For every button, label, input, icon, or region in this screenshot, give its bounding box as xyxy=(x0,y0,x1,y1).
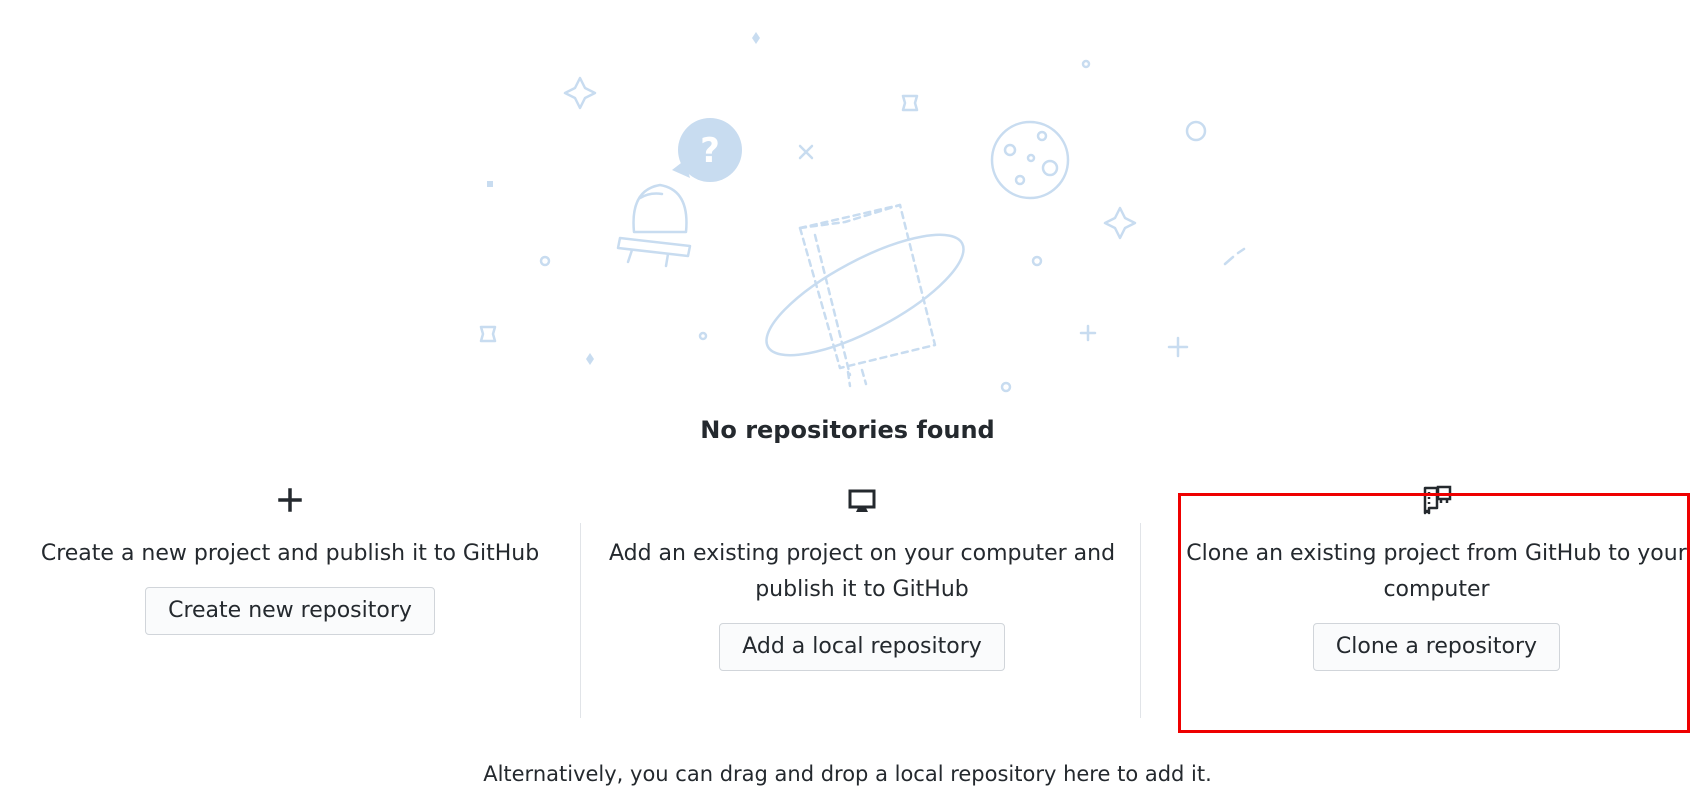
section-divider xyxy=(1140,523,1141,718)
plus-mark-icon xyxy=(1079,324,1097,342)
add-local-repository-section: Add an existing project on your computer… xyxy=(582,480,1142,710)
dot-icon xyxy=(586,353,594,365)
sparkle-icon xyxy=(1103,206,1137,240)
plus-mark-icon xyxy=(1167,336,1189,358)
circle-icon xyxy=(1031,255,1043,267)
create-new-repository-button[interactable]: Create new repository xyxy=(145,587,435,635)
dot-icon xyxy=(752,32,760,44)
lamp-icon xyxy=(616,183,692,268)
clone-repository-section: Clone an existing project from GitHub to… xyxy=(1178,480,1695,710)
circle-icon xyxy=(1000,381,1012,393)
circle-icon xyxy=(539,255,551,267)
plus-icon xyxy=(278,488,302,512)
book-planet-icon xyxy=(798,203,937,388)
svg-text:?: ? xyxy=(700,131,720,171)
x-mark-icon xyxy=(798,144,814,160)
dot-icon xyxy=(487,181,493,187)
clone-repository-description: Clone an existing project from GitHub to… xyxy=(1186,541,1687,602)
star-icon xyxy=(901,94,919,112)
repo-clone-icon xyxy=(1423,485,1451,515)
desktop-icon xyxy=(848,489,876,512)
section-divider xyxy=(580,523,581,718)
empty-state-title: No repositories found xyxy=(700,416,995,444)
create-repository-section: Create a new project and publish it to G… xyxy=(40,480,540,710)
dash-icon xyxy=(1223,247,1246,266)
add-local-repository-button[interactable]: Add a local repository xyxy=(719,623,1005,671)
add-local-repository-description: Add an existing project on your computer… xyxy=(608,541,1116,602)
drag-drop-hint: Alternatively, you can drag and drop a l… xyxy=(483,762,1212,786)
star-icon xyxy=(479,325,497,343)
circle-icon xyxy=(1081,59,1091,69)
create-repository-description: Create a new project and publish it to G… xyxy=(40,541,540,566)
clone-repository-button[interactable]: Clone a repository xyxy=(1312,623,1561,671)
sparkle-icon xyxy=(563,76,597,110)
circle-icon xyxy=(698,331,708,341)
orbit-ring-icon xyxy=(765,233,965,357)
question-bubble-icon: ? xyxy=(672,118,742,182)
circle-icon xyxy=(1185,120,1207,142)
empty-state-illustration: ? xyxy=(479,32,1246,393)
